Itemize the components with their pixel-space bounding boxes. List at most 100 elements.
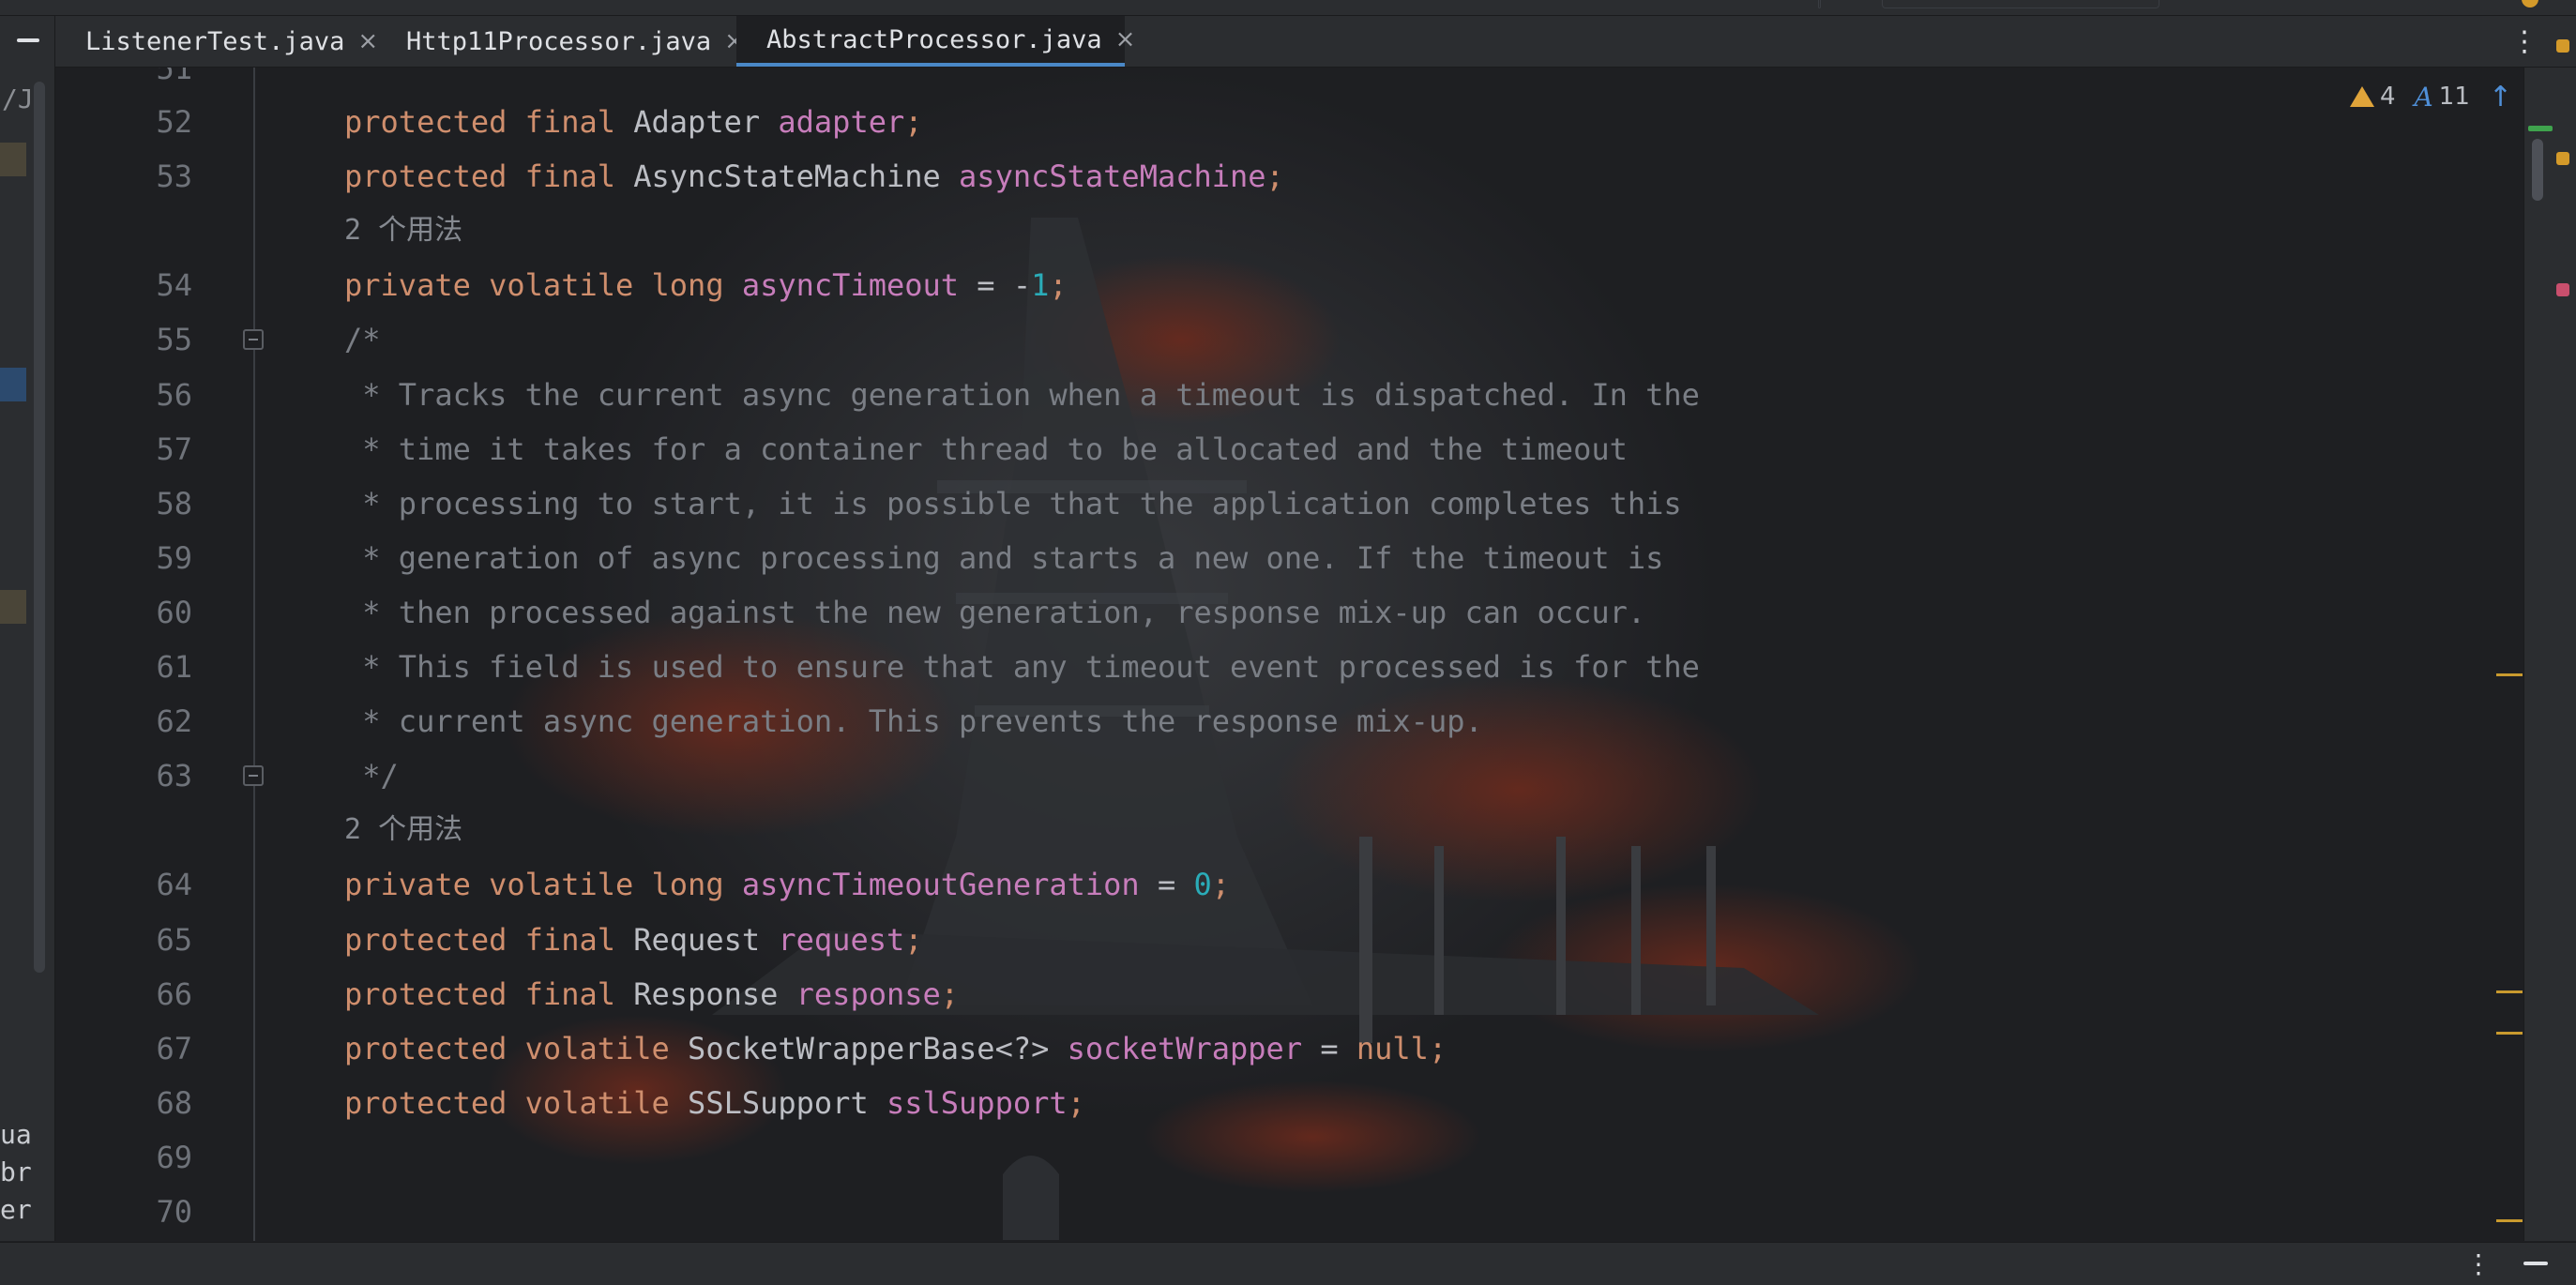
code-text[interactable]: private volatile long asyncTimeoutGenera… <box>344 857 1230 912</box>
database-icon[interactable] <box>2556 152 2569 165</box>
more-options-icon[interactable]: ⋮ <box>2465 1248 2492 1279</box>
code-token: 1 <box>1031 267 1050 303</box>
tree-item-fragment[interactable]: er <box>0 1194 32 1225</box>
line-number[interactable]: 55 <box>55 312 192 367</box>
code-token: null <box>1356 1031 1429 1066</box>
code-token: protected <box>344 1085 525 1121</box>
code-line: 53 protected final AsyncStateMachine asyn… <box>55 149 2494 204</box>
code-text[interactable]: * current async generation. This prevent… <box>344 694 1483 748</box>
code-line: 65 protected final Request request; <box>55 913 2494 967</box>
code-line: 70 <box>55 1185 2494 1239</box>
code-text[interactable]: * then processed against the new generat… <box>344 585 1645 640</box>
tree-row-selected[interactable] <box>0 368 26 401</box>
typos-count: 11 <box>2438 83 2470 111</box>
code-token: asyncTimeout <box>741 267 960 303</box>
line-number[interactable]: 65 <box>55 913 192 967</box>
line-number[interactable]: 57 <box>55 422 192 476</box>
warnings-indicator[interactable]: 4 <box>2350 83 2396 111</box>
code-line: 66 protected final Response response; <box>55 967 2494 1021</box>
notification-icon[interactable] <box>2522 0 2538 8</box>
line-number[interactable]: 56 <box>55 368 192 422</box>
tab-abstract-processor[interactable]: AbstractProcessor.java × <box>736 16 1135 67</box>
hide-icon[interactable] <box>2523 1262 2548 1265</box>
code-line: 60 * then processed against the new gene… <box>55 585 2494 640</box>
line-number[interactable]: 69 <box>55 1130 192 1185</box>
code-text[interactable]: protected volatile SocketWrapperBase<?> … <box>344 1021 1447 1076</box>
code-text[interactable]: protected final AsyncStateMachine asyncS… <box>344 149 1284 204</box>
usages-hint-row: 2 个用法 <box>55 204 2494 258</box>
line-number[interactable]: 54 <box>55 258 192 312</box>
tab-http11-processor[interactable]: Http11Processor.java × <box>376 16 745 67</box>
line-number[interactable]: 63 <box>55 748 192 803</box>
code-line: 57 * time it takes for a container threa… <box>55 422 2494 476</box>
warning-stripe-marker[interactable] <box>2496 673 2523 676</box>
collapse-panel-icon[interactable] <box>17 38 39 42</box>
typos-indicator[interactable]: A 11 <box>2415 82 2470 113</box>
code-text[interactable]: * processing to start, it is possible th… <box>344 476 1682 531</box>
code-text[interactable]: */ <box>344 748 399 803</box>
line-number[interactable]: 70 <box>55 1185 192 1239</box>
line-number[interactable]: 66 <box>55 967 192 1021</box>
close-icon[interactable]: × <box>357 27 378 55</box>
title-strip <box>0 0 2576 16</box>
code-token: response <box>796 976 941 1012</box>
tab-label: AbstractProcessor.java <box>766 24 1102 54</box>
line-number[interactable]: 58 <box>55 476 192 531</box>
code-text[interactable]: private volatile long asyncTimeout = -1; <box>344 258 1068 312</box>
code-text[interactable]: * This field is used to ensure that any … <box>344 640 1700 694</box>
code-token: SSLSupport <box>688 1085 886 1121</box>
line-number[interactable]: 61 <box>55 640 192 694</box>
line-number[interactable]: 60 <box>55 585 192 640</box>
code-token: volatile <box>524 1031 689 1066</box>
close-icon[interactable]: × <box>1115 25 1136 53</box>
status-bar: ⋮ <box>0 1242 2576 1285</box>
code-text[interactable]: /* <box>344 312 381 367</box>
code-text[interactable]: * generation of async processing and sta… <box>344 531 1663 585</box>
code-text[interactable]: * Tracks the current async generation wh… <box>344 368 1700 422</box>
line-number[interactable]: 62 <box>55 694 192 748</box>
code-text[interactable]: protected final Request request; <box>344 913 923 967</box>
code-token: request <box>778 922 905 958</box>
tree-item-fragment[interactable]: br <box>0 1156 32 1187</box>
usages-hint[interactable]: 2 个用法 <box>344 204 462 258</box>
fold-toggle-icon[interactable] <box>243 765 264 786</box>
code-token: ; <box>904 104 923 140</box>
warning-stripe-marker[interactable] <box>2496 990 2523 993</box>
line-number[interactable]: 53 <box>55 149 192 204</box>
code-text[interactable]: * time it takes for a container thread t… <box>344 422 1628 476</box>
code-token: */ <box>344 758 399 794</box>
code-line: 56 * Tracks the current async generation… <box>55 368 2494 422</box>
code-token: final <box>524 976 634 1012</box>
tab-label: Http11Processor.java <box>406 26 712 56</box>
code-token: * processing to start, it is possible th… <box>344 486 1682 522</box>
code-token: volatile <box>489 267 652 303</box>
run-config-selector[interactable] <box>1882 0 2159 8</box>
tab-listener-test[interactable]: ListenerTest.java × <box>55 16 378 67</box>
warning-stripe-marker[interactable] <box>2496 1032 2523 1035</box>
warning-stripe-marker[interactable] <box>2496 1219 2523 1222</box>
line-number[interactable]: 64 <box>55 857 192 912</box>
code-editor[interactable]: 51 52 protected final Adapter adapter; 53 p… <box>55 68 2523 1241</box>
line-number[interactable]: 67 <box>55 1021 192 1076</box>
code-line: 68 protected volatile SSLSupport sslSuppo… <box>55 1076 2494 1130</box>
code-token: ; <box>1211 867 1231 902</box>
line-number[interactable]: 52 <box>55 95 192 149</box>
editor-scrollbar[interactable] <box>2532 139 2543 201</box>
code-text[interactable]: protected final Response response; <box>344 967 959 1021</box>
usages-hint[interactable]: 2 个用法 <box>344 803 462 857</box>
code-token: ; <box>1049 267 1068 303</box>
maven-icon[interactable] <box>2556 283 2569 296</box>
code-token: Request <box>633 922 779 958</box>
project-scrollbar[interactable] <box>34 82 45 973</box>
line-number[interactable]: 68 <box>55 1076 192 1130</box>
line-number[interactable]: 59 <box>55 531 192 585</box>
more-options-icon[interactable]: ⋮ <box>2510 25 2538 58</box>
code-text[interactable]: protected volatile SSLSupport sslSupport… <box>344 1076 1085 1130</box>
inspection-widget[interactable]: 4 A 11 ↑ ↓ <box>2350 77 2523 116</box>
previous-highlight-icon[interactable]: ↑ <box>2489 81 2512 113</box>
notifications-icon[interactable] <box>2556 39 2569 53</box>
fold-toggle-icon[interactable] <box>243 329 264 350</box>
code-token: * current async generation. This prevent… <box>344 703 1483 739</box>
tree-item-fragment[interactable]: ua <box>0 1119 32 1150</box>
code-text[interactable]: protected final Adapter adapter; <box>344 95 923 149</box>
